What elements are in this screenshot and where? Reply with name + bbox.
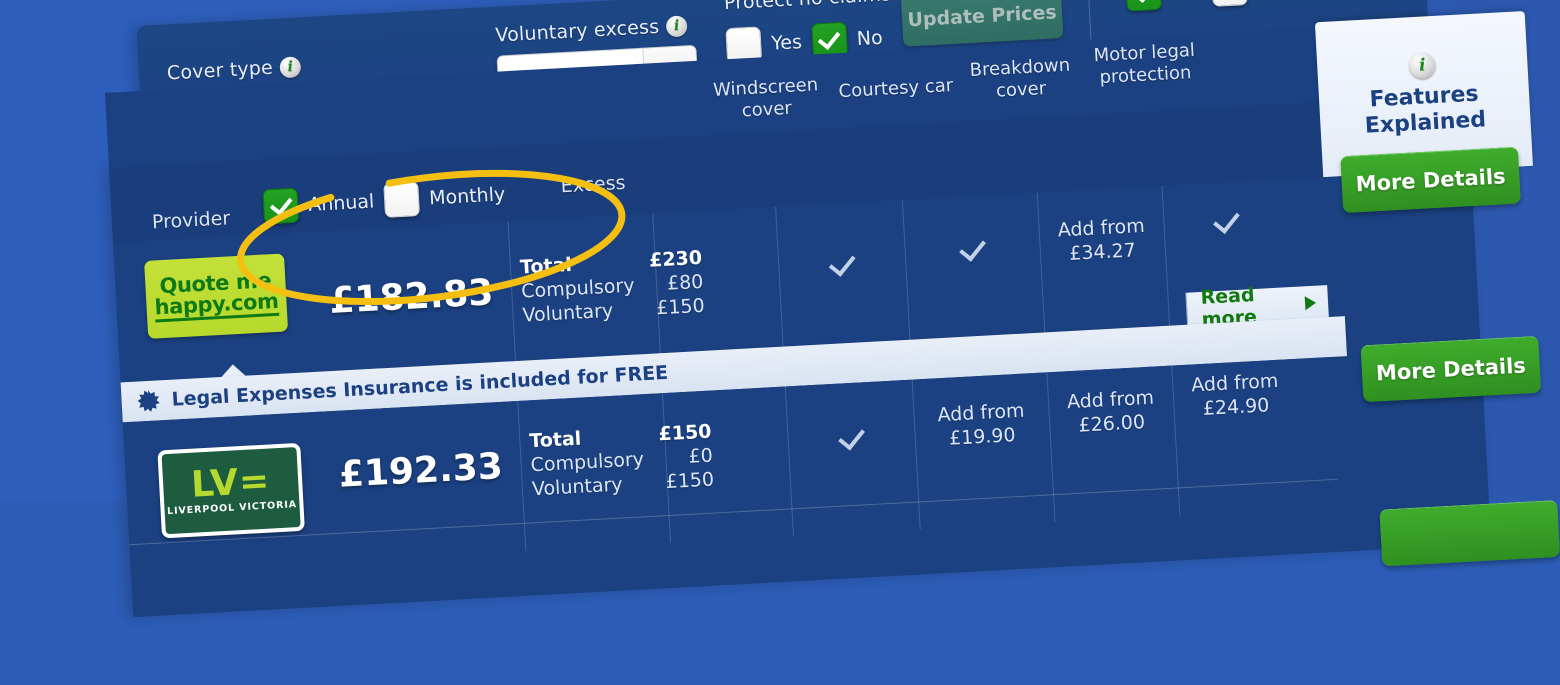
header-breakdown-text: Breakdown cover bbox=[969, 54, 1071, 102]
info-icon: i bbox=[1408, 51, 1437, 79]
excess-compulsory-value: £0 bbox=[687, 444, 714, 468]
breakdown-cover-value: Add from £34.27 bbox=[1057, 214, 1146, 265]
provider-logo-mark: LV= bbox=[190, 460, 272, 506]
telematics-no-checkbox[interactable] bbox=[1210, 0, 1248, 7]
excess-voluntary-value: £150 bbox=[665, 468, 715, 493]
voluntary-excess-label: Voluntary excess i bbox=[495, 14, 696, 47]
header-breakdown: Breakdown cover bbox=[959, 54, 1081, 104]
excess-breakdown: Total Compulsory Voluntary £150 £0 £150 bbox=[529, 421, 715, 501]
check-icon bbox=[828, 248, 856, 277]
excess-voluntary-value: £150 bbox=[655, 294, 706, 319]
payment-frequency-toggle: Annual Monthly bbox=[262, 176, 506, 225]
monthly-checkbox[interactable] bbox=[383, 181, 421, 218]
motor-legal-value: Add from £24.90 bbox=[1190, 369, 1279, 420]
excess-compulsory-value: £80 bbox=[666, 270, 704, 295]
price-main: £192 bbox=[337, 449, 441, 496]
more-details-button[interactable] bbox=[1379, 499, 1560, 567]
features-explained-label: Features Explained bbox=[1363, 81, 1487, 139]
header-windscreen-text: Windscreen cover bbox=[712, 74, 819, 122]
more-details-button[interactable]: More Details bbox=[1340, 146, 1521, 214]
protect-ncd-yes-label: Yes bbox=[770, 31, 803, 55]
price-main: £182 bbox=[328, 275, 431, 323]
info-icon[interactable]: i bbox=[665, 14, 688, 37]
telematics-field: Telematics? i Yes No bbox=[1123, 0, 1357, 12]
provider-logo[interactable]: Quote me happy.com bbox=[144, 253, 289, 339]
voluntary-excess-label-text: Voluntary excess bbox=[494, 15, 660, 47]
annual-label: Annual bbox=[307, 189, 375, 216]
quote-results-table: Windscreen cover Courtesy car Breakdown … bbox=[104, 10, 1560, 618]
header-motor-legal: Motor legal protection bbox=[1084, 39, 1206, 89]
check-icon bbox=[1212, 205, 1240, 234]
telematics-yes-label: Yes bbox=[1170, 0, 1202, 3]
check-icon bbox=[837, 422, 865, 451]
telematics-options: Yes No bbox=[1125, 0, 1357, 12]
header-courtesy-car: Courtesy car bbox=[835, 75, 956, 103]
telematics-yes-checkbox[interactable] bbox=[1125, 0, 1162, 12]
monthly-label: Monthly bbox=[428, 182, 506, 209]
courtesy-car-value: Add from £19.90 bbox=[936, 399, 1026, 450]
provider-logo-sub: LIVERPOOL VICTORIA bbox=[166, 499, 298, 518]
cover-type-label-text: Cover type bbox=[166, 56, 274, 85]
provider-logo[interactable]: LV= LIVERPOOL VICTORIA bbox=[157, 442, 305, 539]
annual-checkbox[interactable] bbox=[262, 187, 300, 225]
chevron-right-icon bbox=[1304, 295, 1317, 311]
provider-logo-line2: happy.com bbox=[154, 289, 280, 323]
header-provider: Provider bbox=[151, 207, 231, 234]
protect-ncd-label: Protect no claims discount? i bbox=[723, 0, 990, 15]
more-details-button[interactable]: More Details bbox=[1360, 335, 1542, 403]
breakdown-cover-value: Add from £26.00 bbox=[1066, 386, 1155, 437]
excess-total-value: £150 bbox=[657, 420, 712, 446]
update-prices-button[interactable]: Update Prices bbox=[900, 0, 1064, 47]
header-courtesy-car-text: Courtesy car bbox=[838, 75, 954, 103]
header-windscreen: Windscreen cover bbox=[705, 74, 827, 124]
header-motor-legal-text: Motor legal protection bbox=[1093, 39, 1196, 88]
price-pence: .83 bbox=[428, 272, 495, 317]
comparison-widget: Cover type i Comprehensive Voluntary exc… bbox=[0, 0, 1560, 685]
starburst-icon bbox=[137, 389, 160, 412]
protect-ncd-no-label: No bbox=[856, 26, 884, 51]
info-icon[interactable]: i bbox=[279, 55, 302, 78]
excess-total-value: £230 bbox=[648, 246, 703, 272]
excess-breakdown: Total Compulsory Voluntary £230 £80 £150 bbox=[519, 247, 705, 328]
header-excess: Excess bbox=[560, 171, 627, 198]
check-icon bbox=[958, 233, 986, 262]
price-pence: .33 bbox=[437, 445, 504, 491]
